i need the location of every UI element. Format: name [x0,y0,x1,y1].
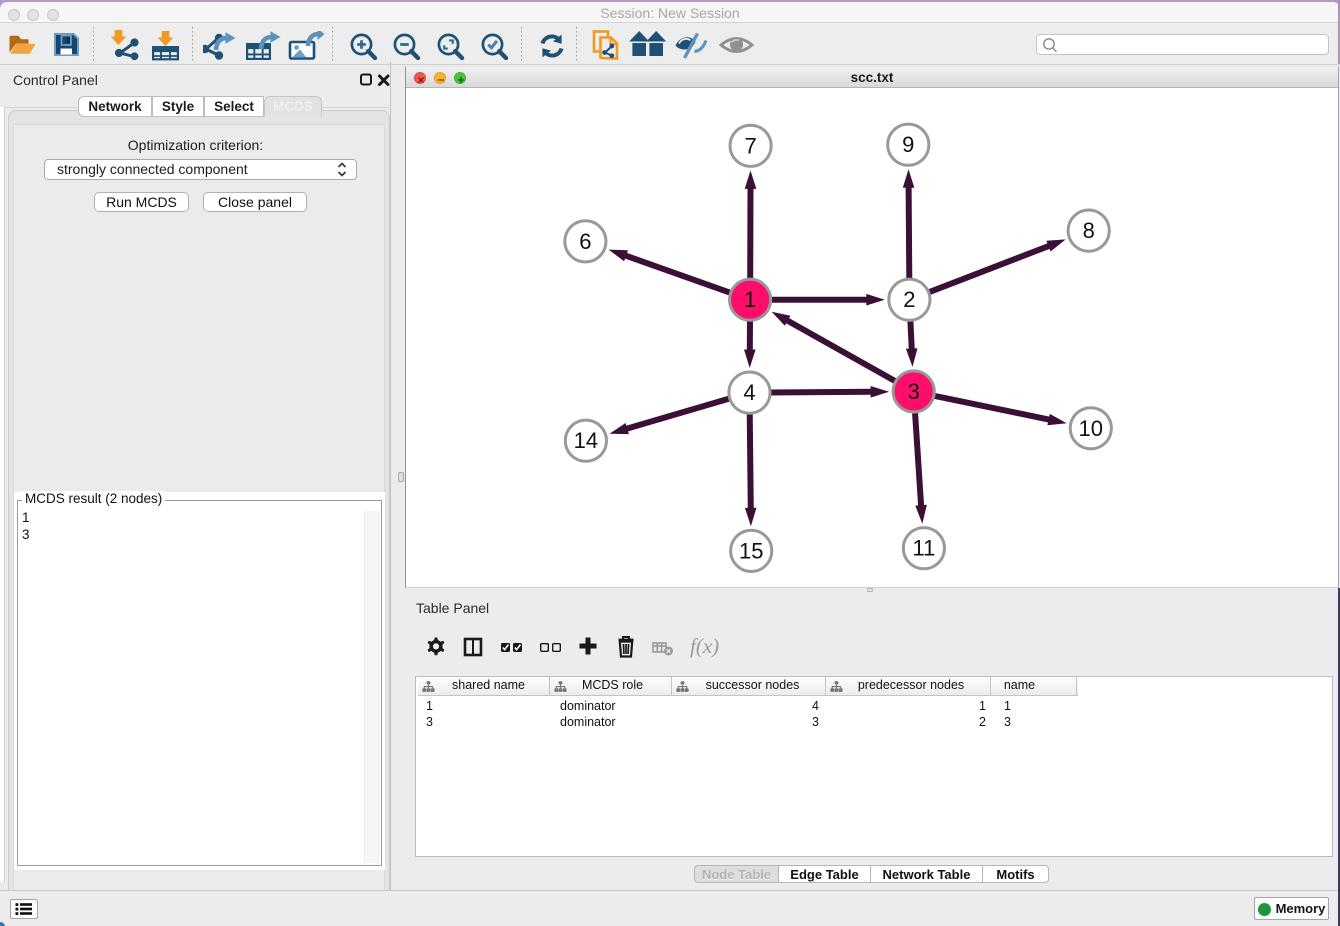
svg-text:1: 1 [744,287,756,312]
svg-text:15: 15 [739,538,763,563]
svg-text:9: 9 [902,132,914,157]
svg-text:11: 11 [912,536,935,561]
svg-text:4: 4 [743,380,755,405]
svg-text:8: 8 [1083,218,1095,243]
svg-text:14: 14 [574,428,598,453]
svg-text:2: 2 [903,287,915,312]
svg-text:10: 10 [1079,416,1103,441]
svg-text:6: 6 [579,229,591,254]
svg-text:7: 7 [744,133,756,158]
svg-text:3: 3 [908,379,920,404]
